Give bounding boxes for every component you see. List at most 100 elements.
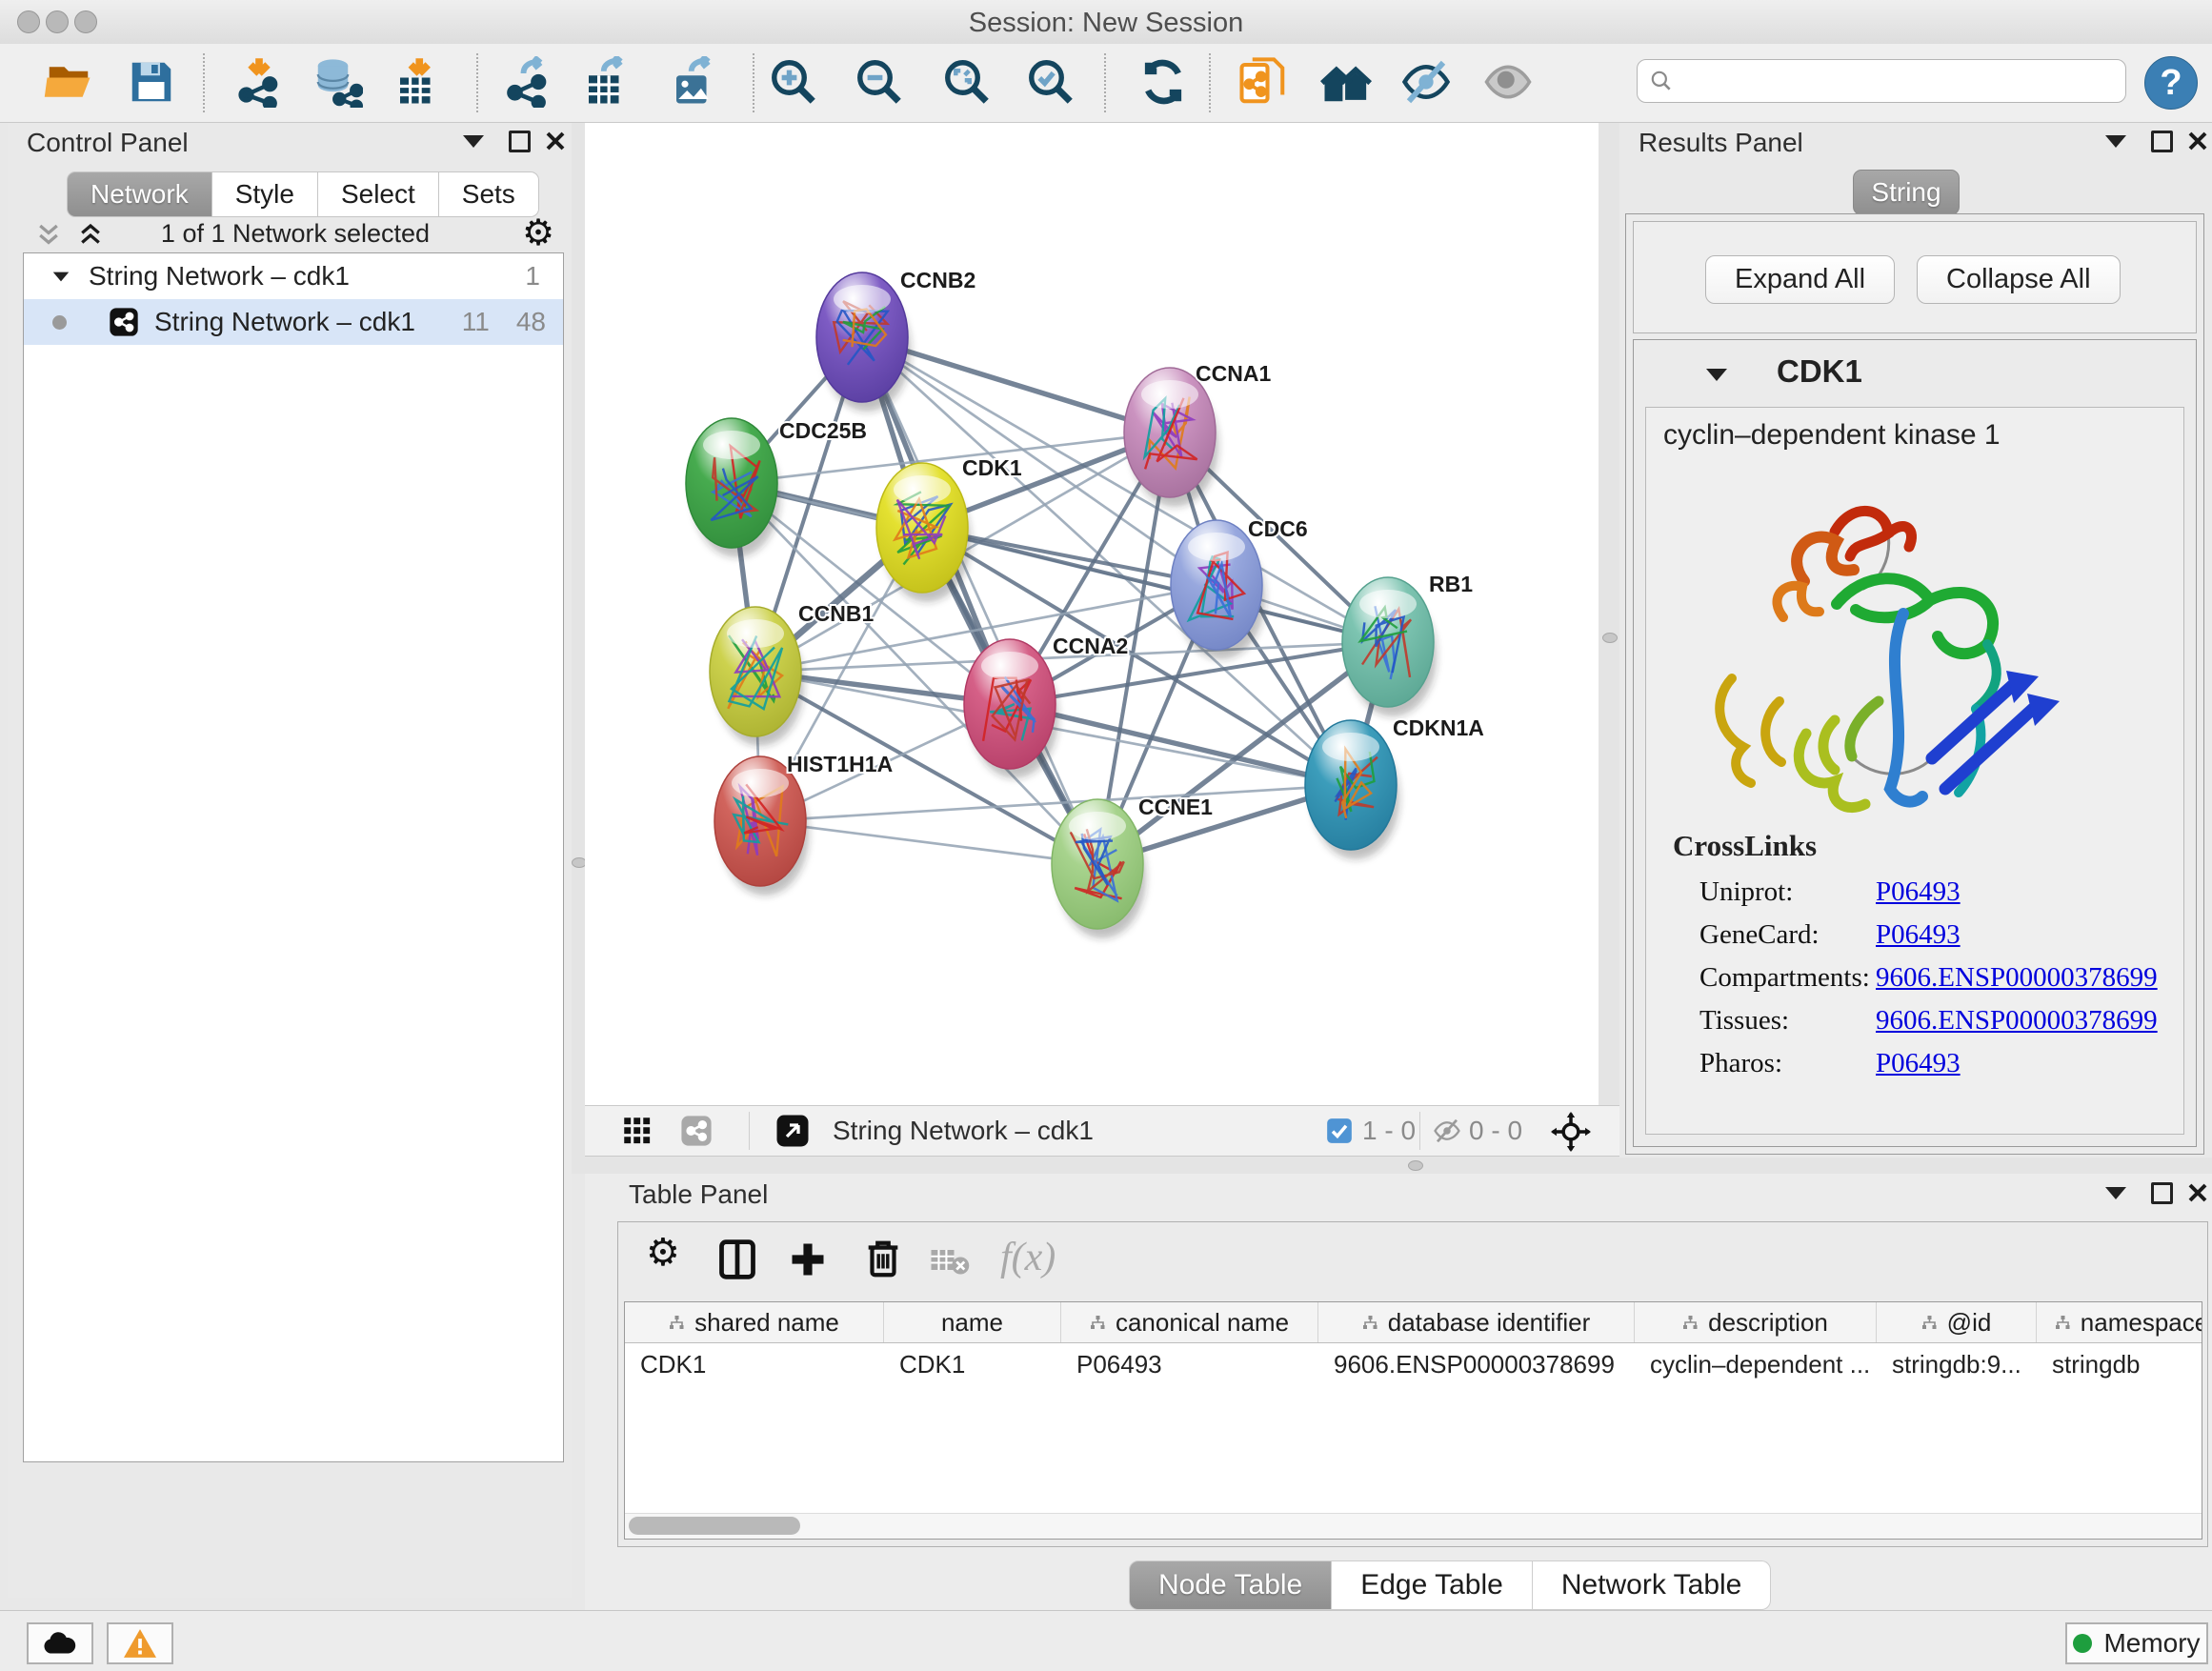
column-header-namespace[interactable]: namespace	[2037, 1302, 2202, 1342]
open-session-icon[interactable]	[43, 56, 94, 108]
results-panel-menu-icon[interactable]	[2105, 135, 2126, 148]
tree-expand-icon[interactable]	[53, 272, 70, 281]
home-networks-icon[interactable]	[1320, 56, 1372, 108]
import-network-from-database-icon[interactable]	[312, 56, 363, 108]
tab-edge-table[interactable]: Edge Table	[1332, 1560, 1533, 1610]
network-edge-CCNB2-CCNE1[interactable]	[862, 337, 1097, 864]
search-box[interactable]	[1637, 59, 2126, 103]
import-table-icon[interactable]	[392, 56, 443, 108]
network-options-gear-icon[interactable]: ⚙	[522, 211, 554, 253]
network-node-CDKN1A[interactable]: CDKN1A	[1305, 715, 1484, 859]
cloud-icon	[43, 1631, 77, 1656]
control-panel-float-icon[interactable]	[509, 131, 531, 152]
export-image-icon[interactable]	[668, 56, 719, 108]
results-panel-close-icon[interactable]	[2187, 131, 2208, 151]
show-columns-icon[interactable]	[716, 1238, 758, 1280]
duplicate-network-icon[interactable]	[1237, 56, 1289, 108]
tab-string[interactable]: String	[1853, 170, 1960, 215]
horizontal-splitter-handle[interactable]	[1408, 1160, 1423, 1171]
horizontal-scrollbar[interactable]	[625, 1513, 2202, 1539]
column-header-description[interactable]: description	[1635, 1302, 1877, 1342]
table-gear-icon[interactable]: ⚙	[646, 1231, 680, 1275]
network-node-CCNE1[interactable]: CCNE1	[1052, 795, 1213, 938]
right-splitter-handle[interactable]	[1602, 633, 1618, 643]
expand-all-button[interactable]: Expand All	[1705, 255, 1895, 304]
collapse-all-button[interactable]: Collapse All	[1917, 255, 2121, 304]
table-panel-float-icon[interactable]	[2151, 1182, 2173, 1204]
left-splitter[interactable]	[572, 123, 585, 1174]
zoom-out-icon[interactable]	[854, 56, 905, 108]
column-header-label: shared name	[694, 1308, 839, 1338]
scrollbar-thumb[interactable]	[629, 1517, 800, 1535]
tab-select[interactable]: Select	[318, 171, 439, 217]
control-panel-menu-icon[interactable]	[463, 135, 484, 148]
table-panel-menu-icon[interactable]	[2105, 1187, 2126, 1199]
hide-selected-icon[interactable]	[1400, 56, 1452, 108]
export-network-icon[interactable]	[502, 56, 553, 108]
network-edge-HIST1H1A-CCNE1[interactable]	[760, 821, 1097, 864]
application-window: Session: New Session ? Control Panel Net…	[0, 0, 2212, 1671]
crosslink-link[interactable]: 9606.ENSP00000378699	[1876, 1005, 2158, 1037]
table-cell: cyclin–dependent ...	[1635, 1343, 1877, 1385]
zoom-in-icon[interactable]	[768, 56, 819, 108]
crosslink-link[interactable]: 9606.ENSP00000378699	[1876, 962, 2158, 994]
network-node-CCNA1[interactable]: CCNA1	[1124, 361, 1271, 507]
network-edge-CCNA2-CDKN1A[interactable]	[1010, 704, 1351, 785]
crosslink-label: Uniprot:	[1699, 876, 1876, 908]
network-node-HIST1H1A[interactable]: HIST1H1A	[714, 752, 893, 896]
tab-network[interactable]: Network	[67, 171, 212, 217]
control-panel-close-icon[interactable]	[545, 131, 566, 151]
tab-sets[interactable]: Sets	[439, 171, 539, 217]
search-input[interactable]	[1674, 66, 2097, 97]
birds-eye-view-icon[interactable]	[623, 1117, 652, 1145]
network-node-CDC6[interactable]: CDC6	[1171, 516, 1308, 659]
horizontal-splitter[interactable]	[572, 1157, 2212, 1174]
selected-checkbox-icon[interactable]	[1326, 1117, 1353, 1144]
column-header-canonical-name[interactable]: canonical name	[1061, 1302, 1318, 1342]
network-collection-row[interactable]: String Network – cdk1 1	[24, 253, 563, 299]
fit-center-icon[interactable]	[1551, 1112, 1591, 1152]
column-header-name[interactable]: name	[884, 1302, 1061, 1342]
table-panel-close-icon[interactable]	[2187, 1182, 2208, 1203]
crosslink-link[interactable]: P06493	[1876, 876, 1961, 908]
tab-style[interactable]: Style	[212, 171, 318, 217]
save-session-icon[interactable]	[126, 56, 177, 108]
column-header-database-identifier[interactable]: database identifier	[1318, 1302, 1635, 1342]
help-button[interactable]: ?	[2144, 56, 2198, 110]
show-all-icon[interactable]	[1482, 56, 1534, 108]
network-node-CDC25B[interactable]: CDC25B	[686, 418, 867, 557]
crosslink-link[interactable]: P06493	[1876, 919, 1961, 951]
column-header--id[interactable]: @id	[1877, 1302, 2037, 1342]
expand-all-tree-icon[interactable]	[76, 221, 105, 250]
network-node-RB1[interactable]: RB1	[1342, 572, 1473, 716]
right-splitter[interactable]	[1599, 123, 1619, 1174]
column-header-shared-name[interactable]: shared name	[625, 1302, 884, 1342]
table-cell: 9606.ENSP00000378699	[1318, 1343, 1635, 1385]
network-node-CDK1[interactable]: CDK1	[876, 455, 1022, 602]
export-table-icon[interactable]	[580, 56, 632, 108]
tab-network-table[interactable]: Network Table	[1533, 1560, 1772, 1610]
refresh-icon[interactable]	[1137, 56, 1189, 108]
results-panel-float-icon[interactable]	[2151, 131, 2173, 152]
import-network-icon[interactable]	[233, 56, 285, 108]
add-column-icon[interactable]	[787, 1238, 829, 1280]
network-node-CCNA2[interactable]: CCNA2	[964, 634, 1128, 778]
delete-column-icon[interactable]	[861, 1237, 905, 1280]
column-network-icon	[1921, 1308, 1938, 1338]
zoom-selected-icon[interactable]	[1025, 56, 1076, 108]
network-share-icon[interactable]	[680, 1115, 713, 1147]
cloud-button[interactable]	[27, 1622, 93, 1664]
crosslink-label: Compartments:	[1699, 962, 1876, 994]
node-label-CDC25B: CDC25B	[779, 418, 867, 443]
tab-node-table[interactable]: Node Table	[1129, 1560, 1332, 1610]
zoom-fit-icon[interactable]	[941, 56, 993, 108]
collapse-all-tree-icon[interactable]	[34, 221, 63, 250]
open-in-window-icon[interactable]	[775, 1114, 810, 1148]
warning-button[interactable]	[107, 1622, 173, 1664]
crosslink-link[interactable]: P06493	[1876, 1048, 1961, 1079]
network-row-selected[interactable]: String Network – cdk1 11 48	[24, 299, 563, 345]
network-canvas[interactable]: CCNB2CCNA1CDC25BCDK1CDC6RB1CCNB1CCNA2CDK…	[585, 123, 1599, 1105]
table-row[interactable]: CDK1CDK1P064939606.ENSP00000378699cyclin…	[625, 1343, 2202, 1390]
protein-collapse-icon[interactable]	[1706, 369, 1727, 381]
memory-button[interactable]: Memory	[2065, 1622, 2208, 1664]
